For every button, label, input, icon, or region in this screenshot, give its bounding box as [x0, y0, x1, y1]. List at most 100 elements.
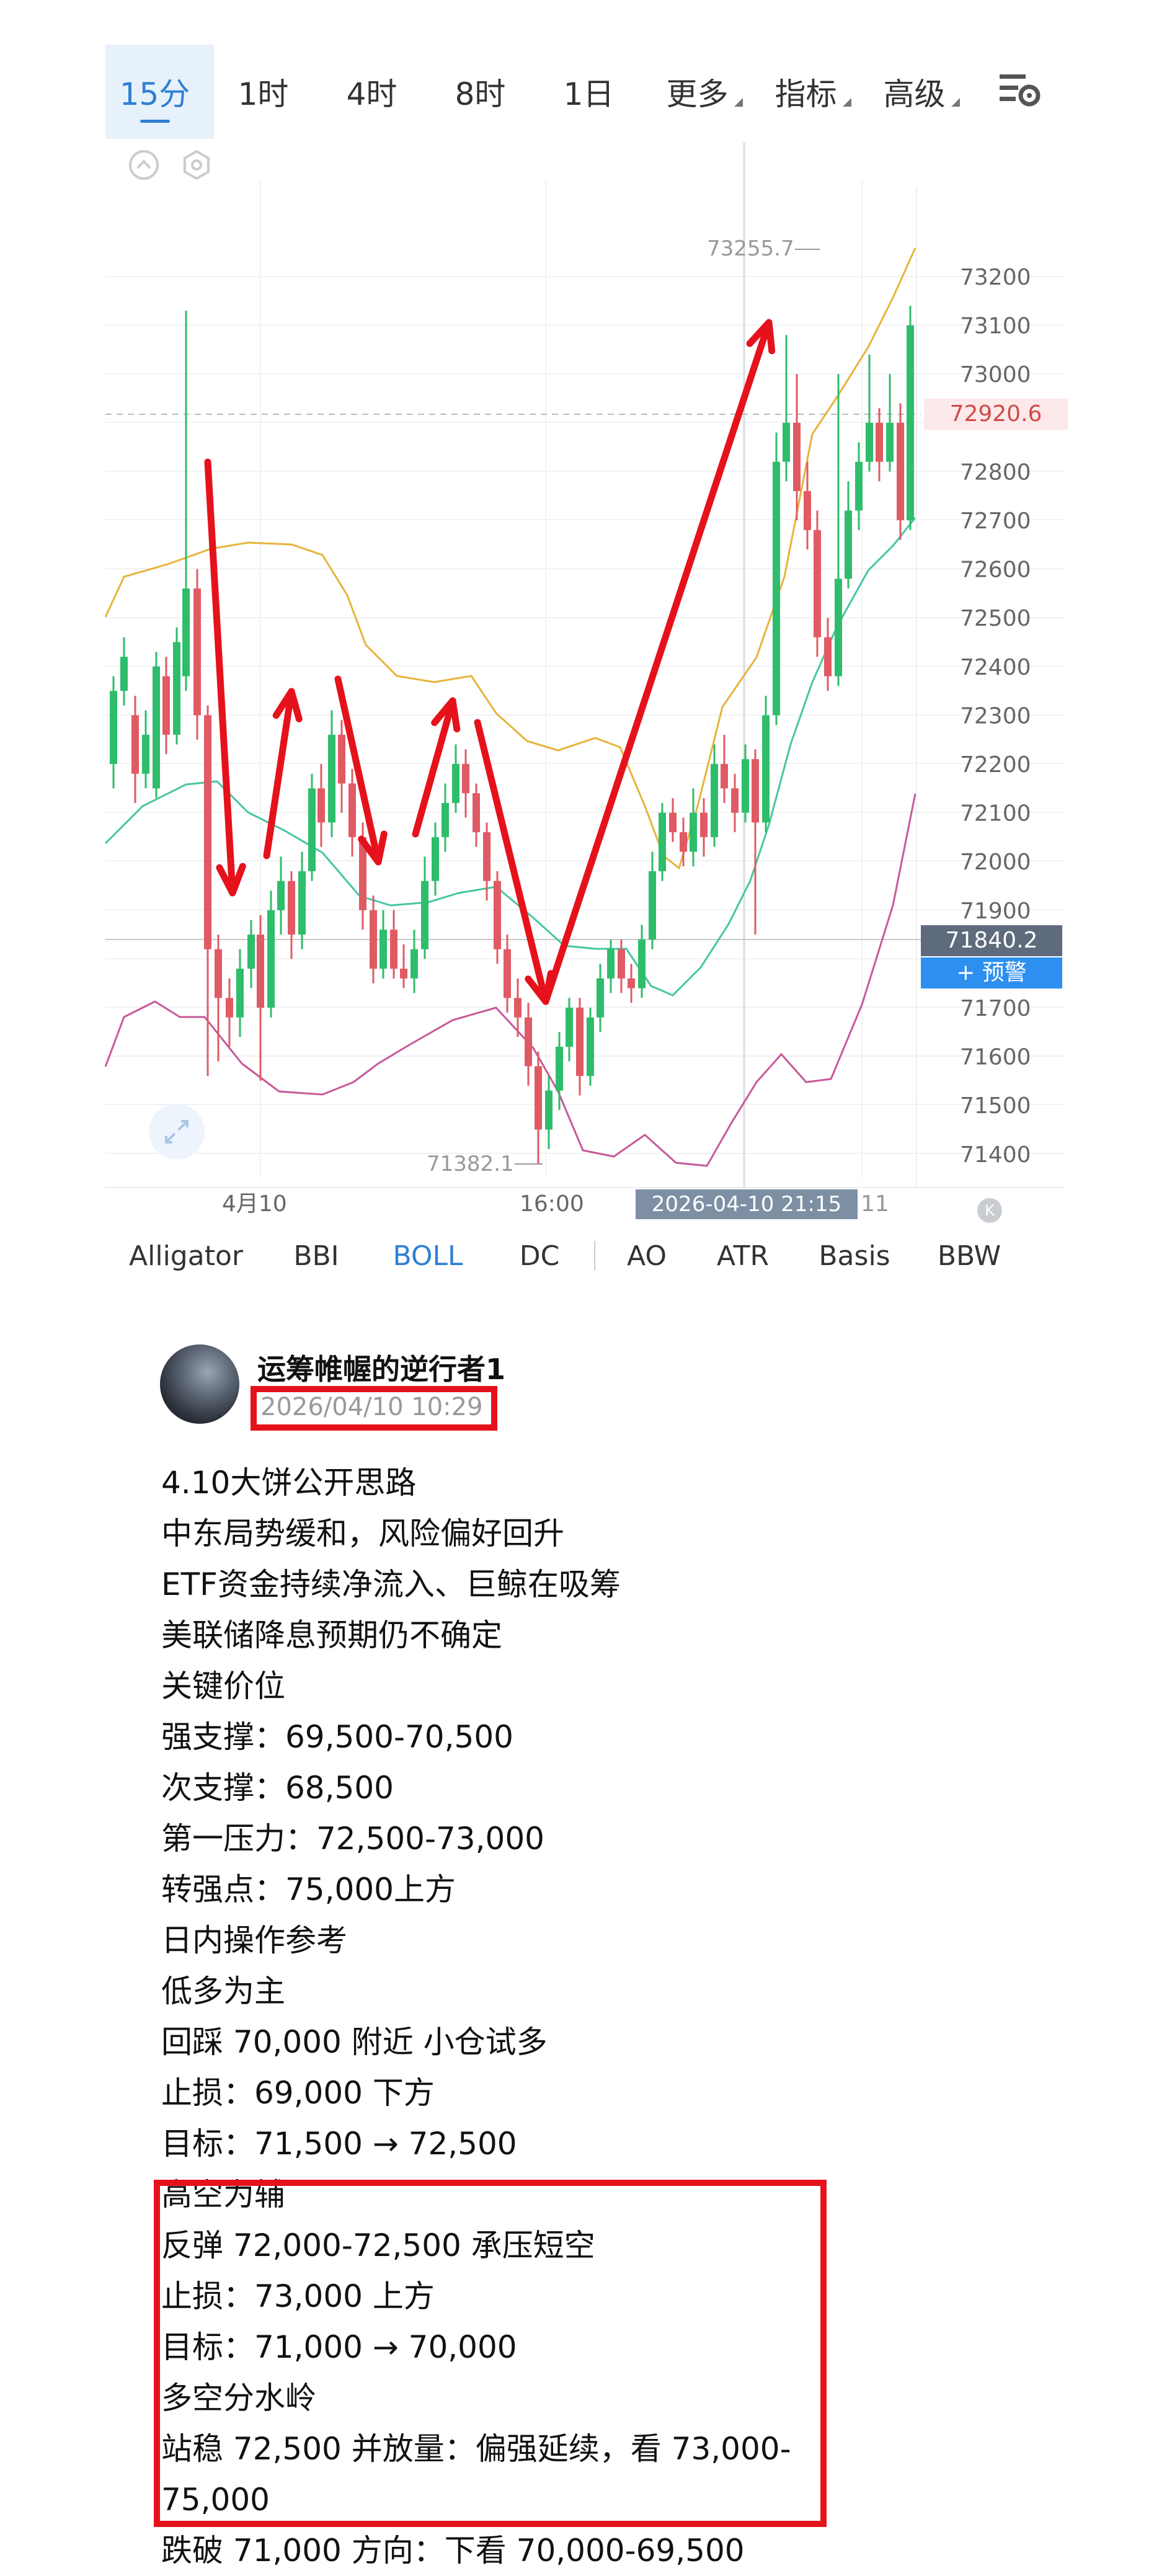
tab-more[interactable]: 更多: [648, 45, 757, 139]
candle: [897, 403, 904, 540]
candle: [182, 311, 190, 691]
candle: [752, 749, 759, 935]
session-high-label: 73255.7: [707, 236, 794, 261]
candle: [142, 710, 149, 789]
candle: [298, 851, 306, 949]
date-highlight-box: [251, 1386, 497, 1431]
indicator-alligator[interactable]: Alligator: [105, 1240, 267, 1272]
candle: [525, 1003, 532, 1086]
price-tick-label: 71600: [960, 1045, 1031, 1070]
indicator-ao[interactable]: AO: [600, 1240, 693, 1272]
timeframe-tabs: 15分 1时 4时 8时 1日 更多 指标 高级: [105, 45, 1070, 139]
candle: [379, 910, 387, 979]
expand-icon[interactable]: [149, 1104, 205, 1160]
candle: [700, 798, 708, 857]
time-tick-label: 16:00: [520, 1191, 584, 1217]
indicator-bbw[interactable]: BBW: [917, 1240, 1022, 1272]
tab-indicators[interactable]: 指标: [757, 45, 865, 139]
candlestick-chart[interactable]: 73200 73100 73000 72800 72700 72600 72500 72400…: [0, 143, 1154, 1234]
candle: [773, 432, 780, 726]
post-line: 止损：69,000 下方: [161, 2075, 435, 2111]
post-line: 关键价位: [161, 1668, 285, 1704]
candle: [338, 720, 345, 813]
price-tick-label: 72500: [960, 606, 1031, 631]
tab-8h[interactable]: 8时: [431, 45, 539, 139]
candle: [288, 871, 295, 959]
candle: [370, 895, 377, 984]
price-tick-label: 73100: [960, 314, 1031, 339]
price-tick-label: 72700: [960, 509, 1031, 534]
candle: [690, 788, 697, 867]
post-line: 4.10大饼公开思路: [161, 1465, 417, 1501]
chart-settings-icon[interactable]: [997, 68, 1042, 113]
price-tick-label: 72400: [960, 655, 1031, 680]
dropdown-triangle-icon: [951, 98, 960, 107]
price-tick-label: 73000: [960, 362, 1031, 388]
tab-label: 1日: [563, 76, 615, 112]
candle: [193, 569, 201, 740]
indicator-atr[interactable]: ATR: [693, 1240, 792, 1272]
candle: [876, 408, 883, 482]
post-line: 目标：71,500 → 72,500: [161, 2126, 517, 2162]
tab-advanced[interactable]: 高级: [865, 45, 974, 139]
red-annotation-arrow: [412, 697, 461, 838]
candle: [731, 773, 739, 833]
scroll-to-end-icon[interactable]: K: [977, 1198, 1002, 1223]
candle: [721, 734, 728, 803]
candle: [162, 657, 170, 755]
tab-label: 1时: [237, 76, 289, 112]
candle: [442, 783, 449, 852]
indicator-basis[interactable]: Basis: [792, 1240, 917, 1272]
candle: [153, 652, 160, 799]
candle: [576, 998, 584, 1096]
price-tick-label: 72300: [960, 703, 1031, 729]
tab-1d[interactable]: 1日: [539, 45, 648, 139]
add-alert-button[interactable]: + 预警: [921, 957, 1062, 988]
candle: [659, 802, 666, 881]
tab-15m[interactable]: 15分: [105, 45, 214, 139]
post-line: 强支撑：69,500-70,500: [161, 1719, 513, 1755]
red-annotation-arrow: [542, 319, 776, 1005]
current-price-label: 72920.6: [924, 399, 1068, 430]
tab-label: 4时: [346, 76, 397, 112]
session-low-label: 71382.1: [427, 1152, 514, 1176]
candle: [348, 768, 356, 857]
author-name[interactable]: 运筹帷幄的逆行者1: [257, 1347, 505, 1388]
price-tick-label: 71700: [960, 996, 1031, 1021]
candle: [110, 676, 117, 789]
post-line: 次支撑：68,500: [161, 1770, 394, 1806]
candle: [432, 822, 439, 896]
indicator-boll[interactable]: BOLL: [366, 1240, 490, 1272]
candle: [452, 744, 459, 813]
candle: [638, 925, 646, 998]
candle: [462, 749, 469, 818]
indicator-bbi[interactable]: BBI: [267, 1240, 366, 1272]
tab-label: 15分: [119, 76, 190, 112]
candle: [204, 705, 211, 1077]
price-tick-label: 72600: [960, 557, 1031, 583]
candle: [120, 637, 128, 706]
post-line: 中东局势缓和，风险偏好回升: [161, 1516, 564, 1552]
tab-1h[interactable]: 1时: [214, 45, 322, 139]
candle: [317, 764, 325, 847]
post-line: 跌破 71,000 方向：下看 70,000-69,500: [161, 2533, 745, 2569]
tab-4h[interactable]: 4时: [322, 45, 431, 139]
candle: [680, 817, 687, 867]
time-tick-label: 4月10: [222, 1191, 287, 1217]
candle: [400, 944, 407, 988]
candle: [907, 306, 914, 530]
candle: [607, 939, 615, 993]
candle: [783, 335, 790, 482]
red-annotation-arrow: [204, 458, 246, 897]
indicator-dc[interactable]: DC: [490, 1240, 589, 1272]
red-annotation-arrow: [263, 688, 303, 859]
crosshair-time-label: 2026-04-10 21:15: [636, 1189, 858, 1219]
time-tick-label: 11: [861, 1191, 889, 1217]
price-tick-label: 71400: [960, 1142, 1031, 1168]
avatar[interactable]: [160, 1344, 239, 1424]
tab-label: 高级: [883, 76, 946, 112]
candle: [845, 481, 852, 589]
post-line: 低多为主: [161, 1973, 285, 2009]
candle: [824, 618, 832, 691]
candle: [587, 1008, 594, 1086]
